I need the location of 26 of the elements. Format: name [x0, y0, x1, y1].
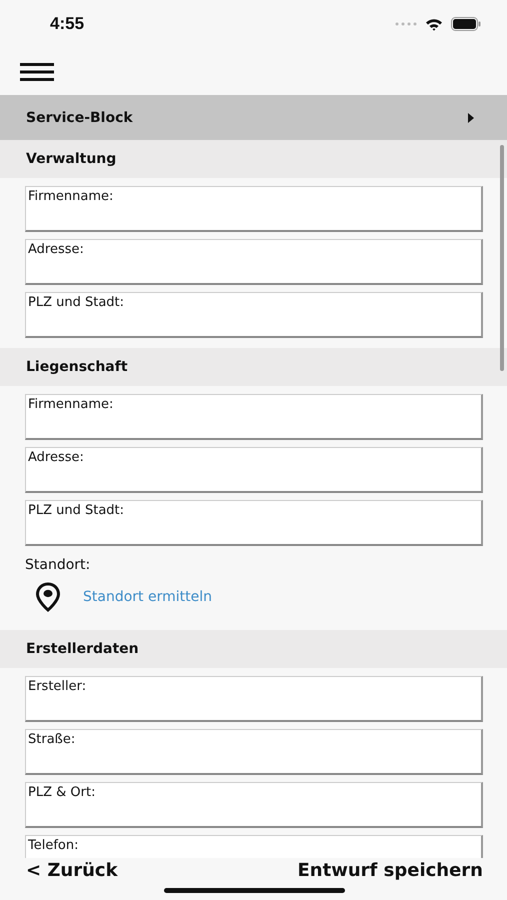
- section-title: Liegenschaft: [26, 359, 128, 375]
- input-field[interactable]: PLZ und Stadt:: [25, 500, 483, 546]
- wifi-icon: [425, 18, 443, 30]
- input-field[interactable]: PLZ & Ort:: [25, 782, 483, 828]
- input-field[interactable]: PLZ und Stadt:: [25, 292, 483, 338]
- section-title: Verwaltung: [26, 151, 116, 167]
- input-field[interactable]: Adresse:: [25, 447, 483, 493]
- signal-icon: [395, 22, 417, 26]
- menu-button[interactable]: [20, 60, 54, 82]
- status-time: 4:55: [50, 14, 84, 34]
- location-pin-icon: [35, 582, 61, 612]
- menu-icon: [20, 62, 54, 82]
- service-block-header[interactable]: Service-Block: [0, 95, 507, 140]
- service-block-title: Service-Block: [26, 110, 133, 126]
- save-draft-button[interactable]: Entwurf speichern: [298, 860, 483, 881]
- caret-icon: [467, 112, 475, 124]
- field-label: Standort:: [25, 557, 92, 573]
- input-field[interactable]: Adresse:: [25, 239, 483, 285]
- input-field[interactable]: Telefon:: [25, 835, 483, 858]
- input-field[interactable]: Firmenname:: [25, 186, 483, 232]
- back-button[interactable]: < Zurück: [26, 860, 118, 881]
- input-field[interactable]: Straße:: [25, 729, 483, 775]
- input-field[interactable]: Firmenname:: [25, 394, 483, 440]
- input-field[interactable]: Ersteller:: [25, 676, 483, 722]
- section-title: Erstellerdaten: [26, 641, 139, 657]
- battery-icon: [451, 17, 481, 31]
